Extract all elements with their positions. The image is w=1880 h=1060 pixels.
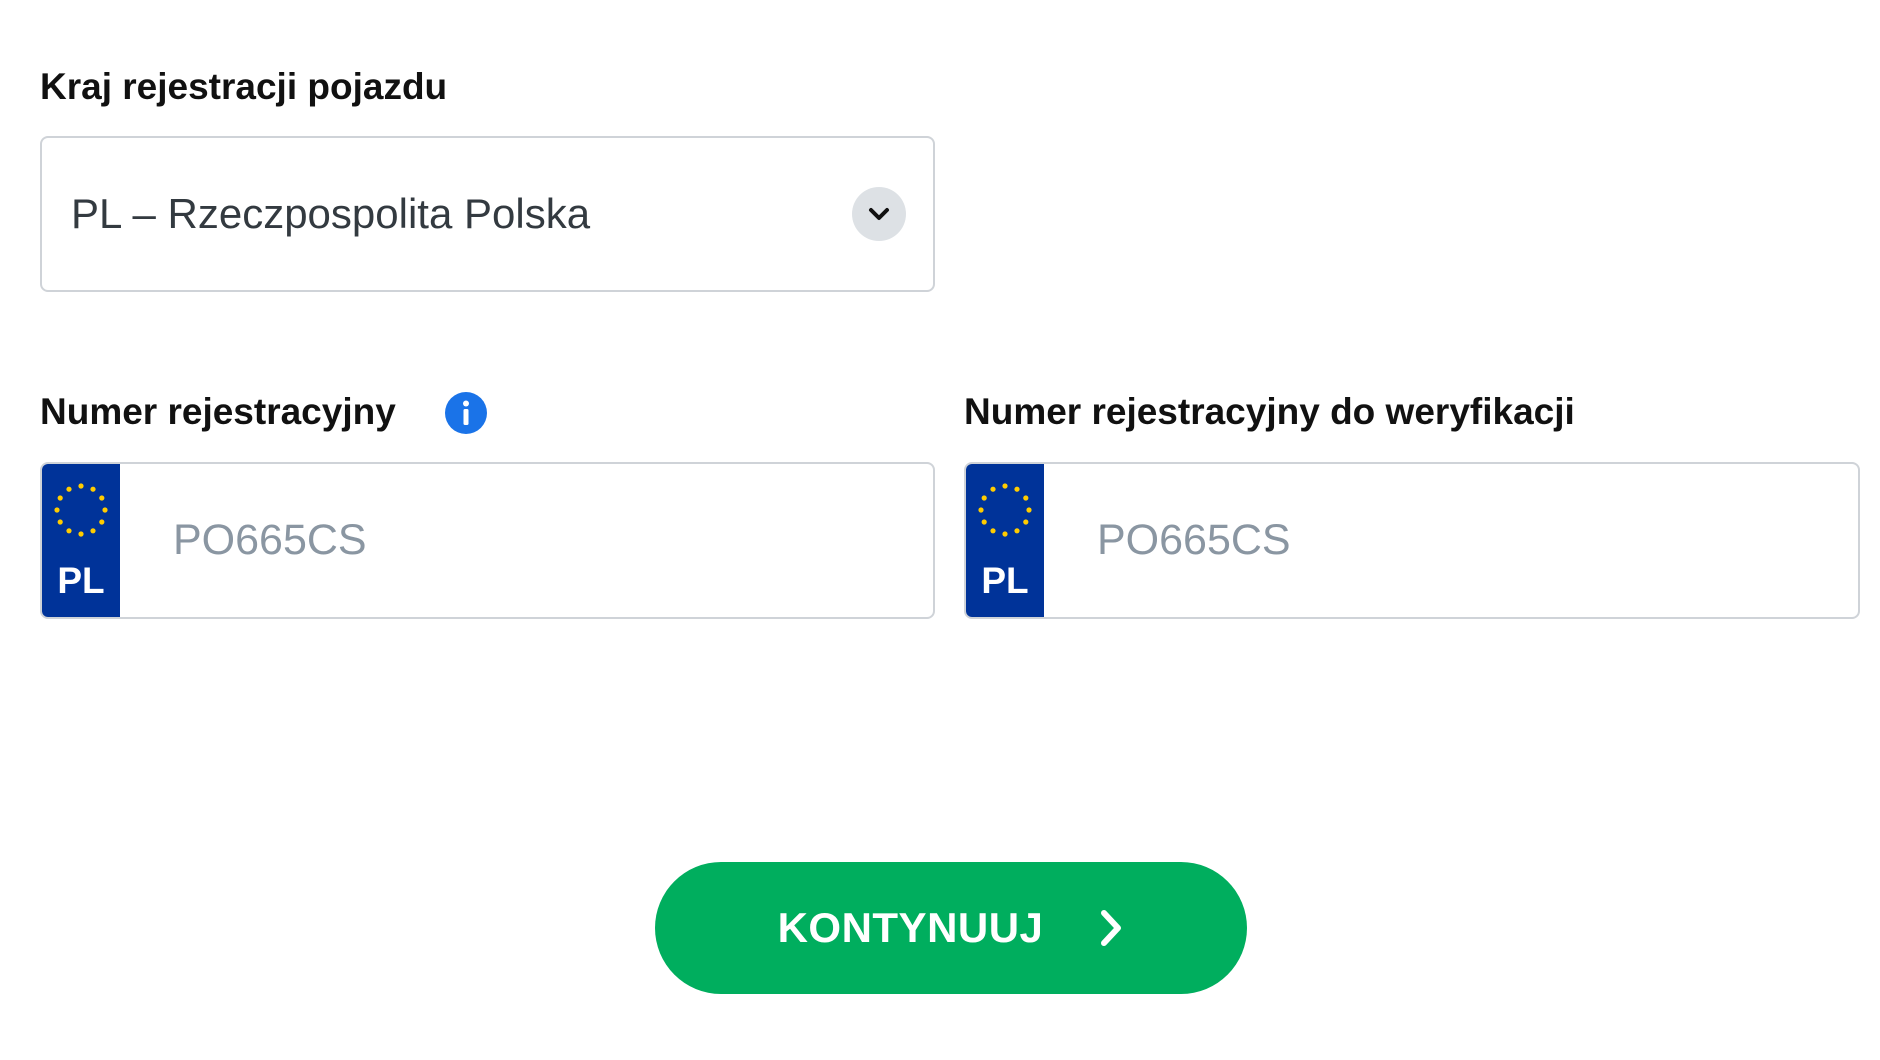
plate-verify-country-code: PL (981, 560, 1029, 601)
plate-verify-input[interactable] (1044, 464, 1858, 617)
info-icon[interactable] (445, 392, 487, 434)
continue-button[interactable]: KONTYNUUJ (655, 862, 1247, 994)
plate-verify-label: Numer rejestracyjny do weryfikacji (964, 391, 1575, 432)
plate-label: Numer rejestracyjny (40, 391, 396, 432)
chevron-down-icon (869, 208, 889, 220)
plate-country-code: PL (57, 560, 105, 601)
eu-stars-icon (978, 483, 1032, 537)
dropdown-toggle[interactable] (852, 187, 906, 241)
country-select[interactable]: PL – Rzeczpospolita Polska (40, 136, 935, 292)
plate-input-group: PL (40, 462, 935, 619)
country-label: Kraj rejestracji pojazdu (40, 66, 448, 107)
country-select-value: PL – Rzeczpospolita Polska (71, 190, 591, 237)
continue-button-label: KONTYNUUJ (777, 904, 1044, 951)
page: Kraj rejestracji pojazdu PL – Rzeczpospo… (0, 0, 1880, 1060)
eu-stars-icon (54, 483, 108, 537)
eu-plate-band: PL (966, 464, 1044, 617)
chevron-right-icon (1098, 908, 1124, 948)
plate-verify-input-group: PL (964, 462, 1860, 619)
plate-input[interactable] (120, 464, 933, 617)
eu-plate-band: PL (42, 464, 120, 617)
info-glyph (463, 400, 469, 425)
